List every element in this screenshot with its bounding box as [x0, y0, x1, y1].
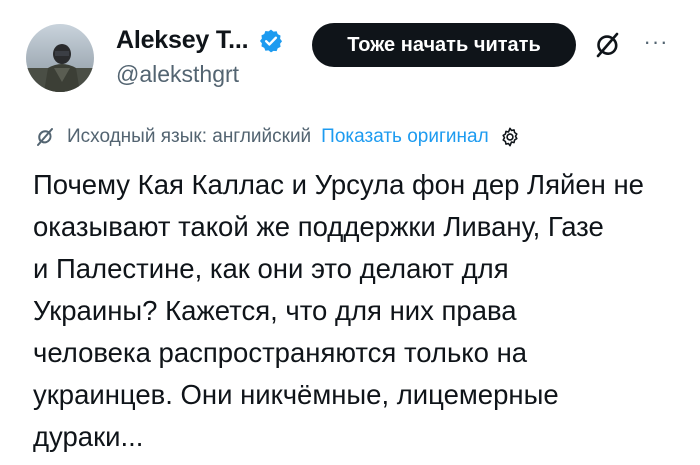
source-language-label: Исходный язык: английский: [67, 126, 312, 147]
settings-gear-icon[interactable]: [499, 126, 521, 148]
translation-bar: Исходный язык: английский Показать ориги…: [33, 125, 521, 149]
more-options-icon[interactable]: ···: [636, 27, 676, 57]
author-name-row: Aleksey T...: [116, 26, 284, 55]
verified-badge-icon: [260, 29, 283, 52]
tweet-card: Aleksey T... @aleksthgrt Тоже начать чит…: [0, 0, 700, 465]
tweet-text: Почему Кая Каллас и Урсула фон дер Ляйен…: [33, 169, 644, 452]
grok-translate-icon: [37, 128, 53, 146]
avatar-image: [26, 24, 94, 92]
show-original-link[interactable]: Показать оригинал: [321, 126, 488, 148]
grok-icon[interactable]: [590, 28, 624, 62]
author-handle[interactable]: @aleksthgrt: [116, 61, 239, 88]
follow-button[interactable]: Тоже начать читать: [312, 23, 576, 67]
display-name[interactable]: Aleksey T...: [116, 26, 249, 55]
avatar[interactable]: [26, 24, 94, 92]
